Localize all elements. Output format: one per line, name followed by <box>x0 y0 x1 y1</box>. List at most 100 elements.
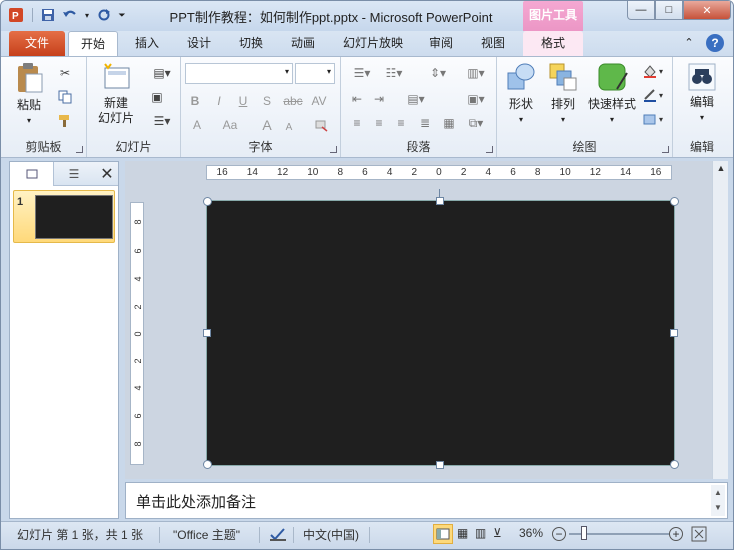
arrange-button[interactable]: 排列 ▾ <box>543 61 583 127</box>
tab-design[interactable]: 设计 <box>177 31 221 56</box>
shapes-button[interactable]: 形状 ▾ <box>501 61 541 127</box>
svg-text:▾: ▾ <box>659 91 663 100</box>
align-left-icon[interactable]: ≡ <box>349 115 365 131</box>
ribbon-home: 粘贴 ▾ ✂ 剪贴板 新建 幻灯片 ▤▾ ▣ ☰▾ 幻灯片 ▾ ▾ B I U … <box>1 56 733 158</box>
clipboard-launcher-icon[interactable] <box>76 146 83 153</box>
shape-outline-icon[interactable]: ▾ <box>641 87 667 103</box>
zoom-in-icon[interactable]: + <box>669 527 683 541</box>
powerpoint-window: P ▾ ⏷ PPT制作教程：如何制作ppt.pptx - Microsoft P… <box>0 0 734 550</box>
numbering-icon[interactable]: ☷▾ <box>381 65 407 81</box>
resize-handle-bottom[interactable] <box>436 461 444 469</box>
reset-icon[interactable]: ▣ <box>149 89 165 105</box>
resize-handle-right[interactable] <box>670 329 678 337</box>
slide-thumbnail[interactable] <box>35 195 113 239</box>
layout-icon[interactable]: ▤▾ <box>149 65 175 81</box>
increase-indent-icon[interactable]: ⇥ <box>371 91 387 107</box>
shape-effects-icon[interactable]: ▾ <box>641 111 667 127</box>
smartart-icon[interactable]: ⧉▾ <box>463 115 489 131</box>
slide-canvas-picture[interactable] <box>206 200 675 466</box>
align-center-icon[interactable]: ≡ <box>371 115 387 131</box>
minimize-ribbon-icon[interactable]: ⌃ <box>681 31 697 56</box>
shape-fill-icon[interactable]: ▾ <box>641 63 667 79</box>
edit-button[interactable]: 编辑 ▾ <box>681 61 723 125</box>
new-slide-button[interactable]: 新建 幻灯片 <box>93 62 139 126</box>
strikethrough-button[interactable]: abc <box>281 93 305 109</box>
format-painter-icon[interactable] <box>57 113 73 129</box>
resize-handle-bottom-left[interactable] <box>203 460 212 469</box>
italic-button[interactable]: I <box>211 93 227 109</box>
tab-file[interactable]: 文件 <box>9 31 65 56</box>
clear-formatting-icon[interactable] <box>313 117 329 133</box>
drawing-launcher-icon[interactable] <box>662 146 669 153</box>
section-icon[interactable]: ☰▾ <box>149 113 175 129</box>
ruler-tick: 4 <box>133 385 143 391</box>
font-name-dropdown-icon[interactable]: ▾ <box>285 67 289 76</box>
fit-to-window-icon[interactable] <box>691 526 707 545</box>
slide-sorter-icon[interactable]: ▦ <box>457 526 468 540</box>
font-color-button[interactable]: A <box>189 117 205 133</box>
grow-font-button[interactable]: A <box>259 117 275 133</box>
tab-transitions[interactable]: 切换 <box>229 31 273 56</box>
zoom-level[interactable]: 36% <box>519 526 543 540</box>
shrink-font-button[interactable]: A <box>281 119 297 135</box>
close-panel-icon[interactable]: ✕ <box>98 164 116 184</box>
resize-handle-top[interactable] <box>436 197 444 205</box>
distributed-icon[interactable]: ▦ <box>441 115 457 131</box>
maximize-button[interactable]: □ <box>655 1 683 20</box>
copy-icon[interactable] <box>57 89 73 105</box>
font-size-dropdown-icon[interactable]: ▾ <box>327 67 331 76</box>
justify-icon[interactable]: ≣ <box>417 115 433 131</box>
reading-view-icon[interactable]: ▥ <box>475 526 486 540</box>
bold-button[interactable]: B <box>187 93 203 109</box>
slides-tab[interactable] <box>10 162 54 186</box>
tab-insert[interactable]: 插入 <box>125 31 169 56</box>
paste-button[interactable]: 粘贴 ▾ <box>11 62 47 128</box>
font-name-combo[interactable]: ▾ <box>185 63 293 84</box>
spell-check-icon[interactable] <box>269 526 287 545</box>
shadow-button[interactable]: S <box>259 93 275 109</box>
bullets-icon[interactable]: ☰▾ <box>349 65 375 81</box>
resize-handle-top-left[interactable] <box>203 197 212 206</box>
tab-view[interactable]: 视图 <box>471 31 515 56</box>
align-right-icon[interactable]: ≡ <box>393 115 409 131</box>
slide-thumbnail-item[interactable]: 1 <box>13 190 115 243</box>
tab-review[interactable]: 审阅 <box>419 31 463 56</box>
decrease-indent-icon[interactable]: ⇤ <box>349 91 365 107</box>
cut-icon[interactable]: ✂ <box>57 65 73 81</box>
zoom-out-icon[interactable]: − <box>552 527 566 541</box>
vertical-scrollbar[interactable]: ▲ <box>712 161 728 479</box>
char-spacing-button[interactable]: AV <box>307 93 331 109</box>
ruler-tick: 0 <box>133 331 143 337</box>
window-controls: — □ ✕ <box>627 1 731 20</box>
minimize-button[interactable]: — <box>627 1 655 20</box>
tab-home[interactable]: 开始 <box>68 31 118 57</box>
text-direction-icon[interactable]: ▤▾ <box>403 91 429 107</box>
outline-tab-icon[interactable]: ☰ <box>54 162 94 186</box>
resize-handle-top-right[interactable] <box>670 197 679 206</box>
notes-scrollbar[interactable]: ▲ ▼ <box>711 485 725 516</box>
tab-slideshow[interactable]: 幻灯片放映 <box>334 31 412 56</box>
columns-icon[interactable]: ▥▾ <box>463 65 489 81</box>
change-case-button[interactable]: Aa <box>219 117 241 133</box>
line-spacing-icon[interactable]: ⇕▾ <box>425 65 451 81</box>
align-text-icon[interactable]: ▣▾ <box>463 91 489 107</box>
font-size-combo[interactable]: ▾ <box>295 63 335 84</box>
scroll-up-icon[interactable]: ▲ <box>714 163 728 177</box>
vertical-ruler: 8 6 4 2 0 2 4 6 8 <box>130 202 144 465</box>
help-icon[interactable]: ? <box>706 34 724 52</box>
theme-status[interactable]: "Office 主题" <box>173 526 240 543</box>
normal-view-icon[interactable] <box>433 524 453 544</box>
paragraph-launcher-icon[interactable] <box>486 146 493 153</box>
resize-handle-bottom-right[interactable] <box>670 460 679 469</box>
notes-pane[interactable]: 单击此处添加备注 ▲ ▼ <box>125 482 728 519</box>
tab-format[interactable]: 格式 <box>523 31 583 56</box>
quick-styles-button[interactable]: 快速样式 ▾ <box>585 61 639 127</box>
font-launcher-icon[interactable] <box>330 146 337 153</box>
underline-button[interactable]: U <box>235 93 251 109</box>
close-button[interactable]: ✕ <box>683 1 731 20</box>
language-status[interactable]: 中文(中国) <box>303 526 359 543</box>
slideshow-view-icon[interactable]: ⊻ <box>493 526 502 540</box>
tab-animations[interactable]: 动画 <box>281 31 325 56</box>
resize-handle-left[interactable] <box>203 329 211 337</box>
zoom-slider-thumb[interactable] <box>581 526 587 540</box>
